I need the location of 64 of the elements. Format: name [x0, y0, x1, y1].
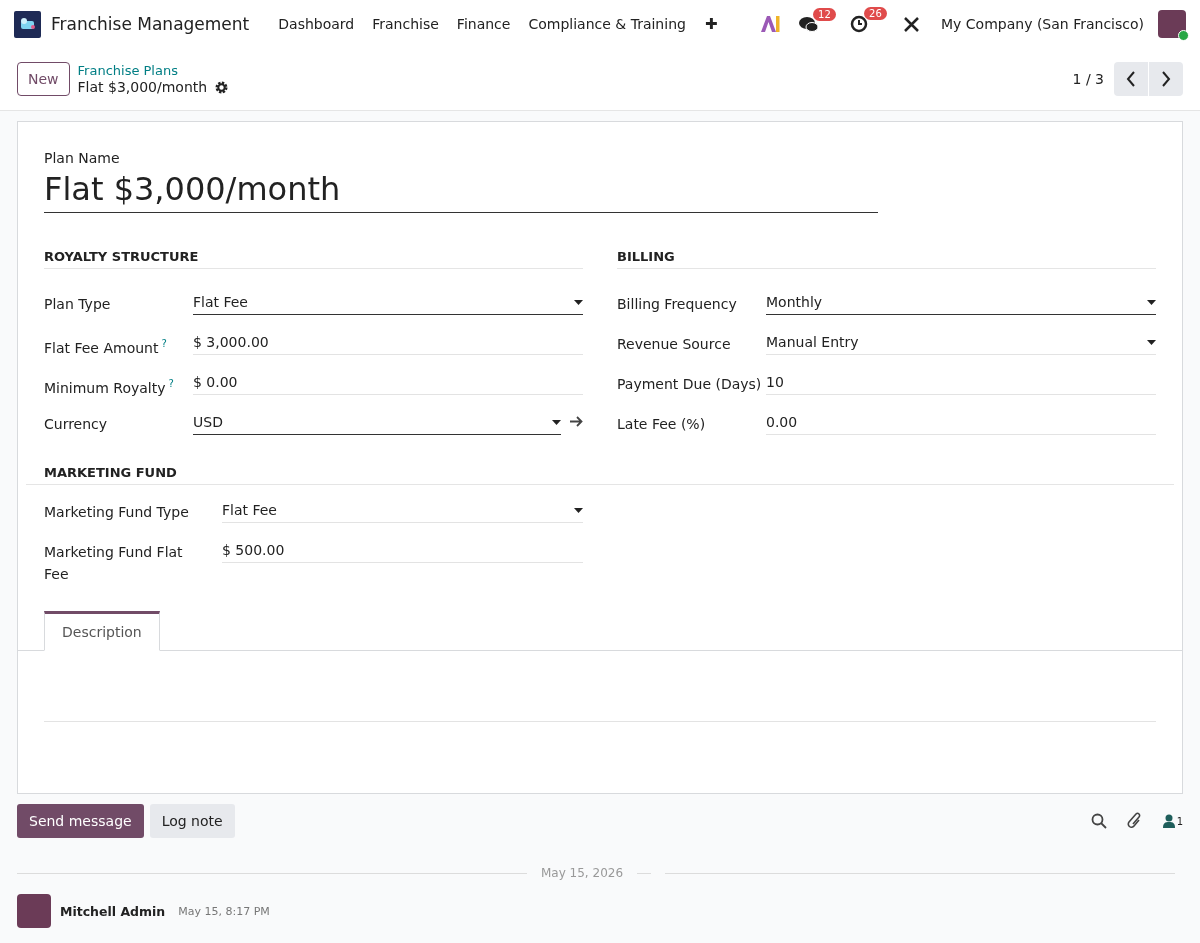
previous-button[interactable]: [1114, 62, 1148, 96]
arrow-right-icon[interactable]: [570, 415, 583, 427]
field-label: Minimum Royalty $^{?}$: [44, 377, 175, 398]
ai-logo-icon[interactable]: [761, 16, 782, 32]
send-message-button[interactable]: Send message: [17, 804, 144, 838]
select-field[interactable]: Flat Fee: [222, 495, 583, 523]
select-field[interactable]: Monthly: [766, 287, 1156, 315]
pager-counter: 1 / 3: [1072, 71, 1104, 87]
record-title: Flat $3,000/month: [77, 79, 208, 95]
breadcrumb-link[interactable]: Franchise Plans: [77, 63, 229, 78]
menu-item[interactable]: Dashboard: [269, 16, 364, 32]
field-label: Flat Fee Amount $^{?}$: [44, 337, 168, 358]
message-author: Mitchell Admin: [60, 903, 166, 919]
clock-icon[interactable]: [850, 15, 869, 33]
caret-icon: [552, 419, 561, 425]
menu-item[interactable]: Franchise: [363, 16, 448, 32]
field-label: Plan Name: [44, 150, 121, 166]
name-input[interactable]: Flat $3,000/month: [44, 166, 878, 213]
field-label: Currency: [44, 415, 109, 434]
section-heading: MARKETING FUND: [26, 465, 1174, 485]
chevron-left-icon: [1126, 71, 1136, 87]
next-button[interactable]: [1149, 62, 1183, 96]
user-avatar[interactable]: [1158, 10, 1186, 38]
notification-badge: 12: [813, 7, 836, 21]
section-heading: ROYALTY STRUCTURE: [44, 249, 583, 269]
caret-icon: [574, 299, 583, 305]
section-heading: BILLING: [617, 249, 1156, 269]
field-label: Revenue Source: [617, 335, 732, 354]
caret-icon: [1147, 339, 1156, 345]
field-label: Late Fee (%): [617, 415, 707, 434]
company-switcher[interactable]: My Company (San Francisco): [941, 16, 1144, 32]
menu-item[interactable]: Finance: [447, 16, 520, 32]
message-time: May 15, 8:17 PM: [178, 904, 270, 918]
select-field[interactable]: Flat Fee: [193, 287, 583, 315]
input-field[interactable]: $ 500.00: [222, 535, 583, 563]
app-logo-icon[interactable]: [14, 10, 41, 38]
app-name[interactable]: Franchise Management: [51, 14, 250, 34]
followers-button[interactable]: 1: [1162, 814, 1183, 828]
field-label: Payment Due (Days): [617, 375, 763, 394]
paperclip-icon[interactable]: [1126, 812, 1143, 830]
log-note-button[interactable]: Log note: [149, 804, 235, 838]
chevron-right-icon: [1161, 71, 1171, 87]
field-label: Marketing Fund Type: [44, 503, 190, 522]
tab[interactable]: Description: [44, 611, 160, 651]
input-field[interactable]: $ 0.00: [193, 367, 583, 395]
caret-icon: [1147, 299, 1156, 305]
field-label: Marketing Fund Flat Fee: [44, 543, 184, 584]
date-separator: May 15, 2026: [540, 866, 624, 880]
field-label: Billing Frequency: [617, 295, 738, 314]
menu-item[interactable]: Compliance & Training: [519, 16, 695, 32]
plus-icon[interactable]: ✚: [694, 15, 728, 33]
chat-icon[interactable]: [799, 15, 820, 33]
select-field[interactable]: Manual Entry: [766, 327, 1156, 355]
field-label: Plan Type: [44, 295, 112, 314]
notification-badge: 26: [864, 7, 887, 20]
avatar-placeholder: [17, 894, 51, 928]
search-icon[interactable]: [1090, 813, 1107, 829]
select-field[interactable]: USD: [193, 407, 561, 435]
input-field[interactable]: 10: [766, 367, 1156, 395]
caret-icon: [574, 507, 583, 513]
input-field[interactable]: 0.00: [766, 407, 1156, 435]
settings-icon[interactable]: [215, 80, 229, 94]
input-field[interactable]: $ 3,000.00: [193, 327, 583, 355]
new-button[interactable]: New: [17, 62, 70, 96]
